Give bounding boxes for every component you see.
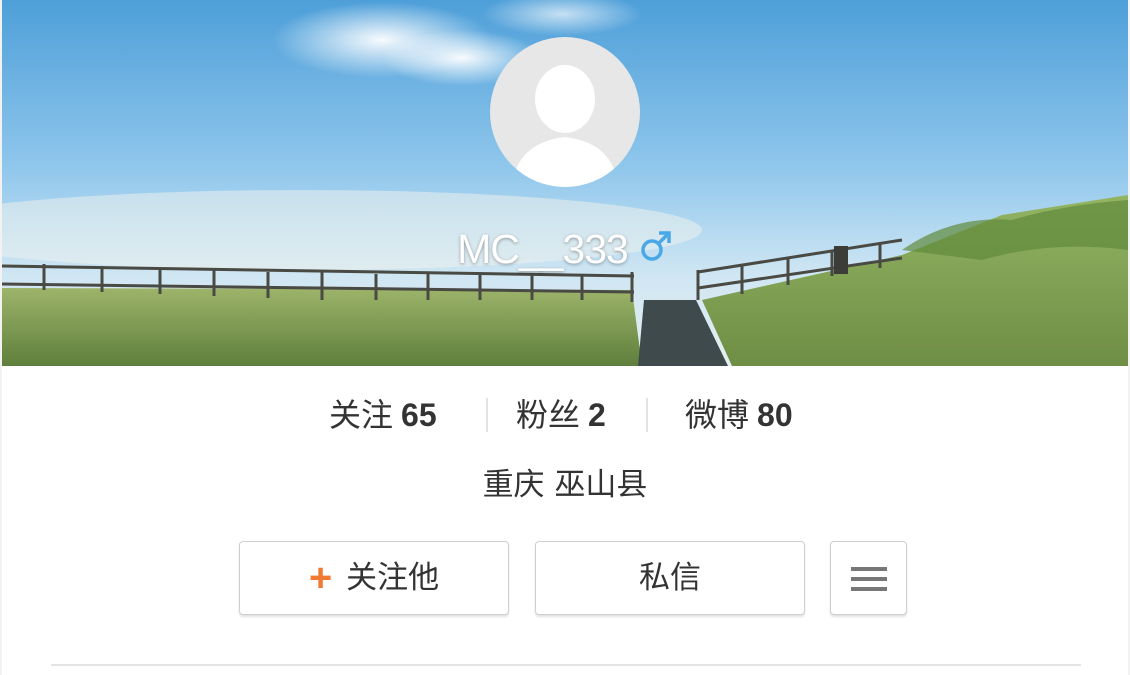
section-divider (51, 664, 1081, 666)
message-button[interactable]: 私信 (535, 541, 805, 615)
stat-following-value: 65 (401, 397, 437, 433)
plus-icon: + (308, 556, 333, 600)
avatar[interactable] (490, 37, 640, 187)
menu-icon (851, 567, 887, 591)
stat-separator (646, 398, 648, 432)
stat-posts[interactable]: 微博 80 (685, 384, 793, 446)
more-button[interactable] (830, 541, 907, 615)
stat-posts-value: 80 (757, 397, 793, 433)
profile-stats: 关注 65 粉丝 2 微博 80 (302, 384, 832, 446)
stat-followers-value: 2 (588, 397, 606, 433)
stat-followers[interactable]: 粉丝 2 (516, 384, 606, 446)
follow-button[interactable]: + 关注他 (239, 541, 509, 615)
stat-separator (486, 398, 488, 432)
stat-followers-label: 粉丝 (516, 396, 581, 434)
stat-posts-label: 微博 (685, 396, 750, 434)
message-button-label: 私信 (639, 560, 701, 596)
default-avatar-icon (512, 65, 618, 187)
location: 重庆 巫山县 (482, 467, 648, 503)
stat-following-label: 关注 (329, 396, 394, 434)
stat-following[interactable]: 关注 65 (329, 384, 437, 446)
male-icon (639, 229, 673, 267)
profile-card: MC__333 关注 65 粉丝 2 微博 80 重庆 巫山县 + 关注他 私信 (2, 0, 1128, 675)
username-row: MC__333 (2, 226, 1128, 273)
username: MC__333 (457, 226, 629, 272)
follow-button-label: 关注他 (346, 560, 440, 596)
